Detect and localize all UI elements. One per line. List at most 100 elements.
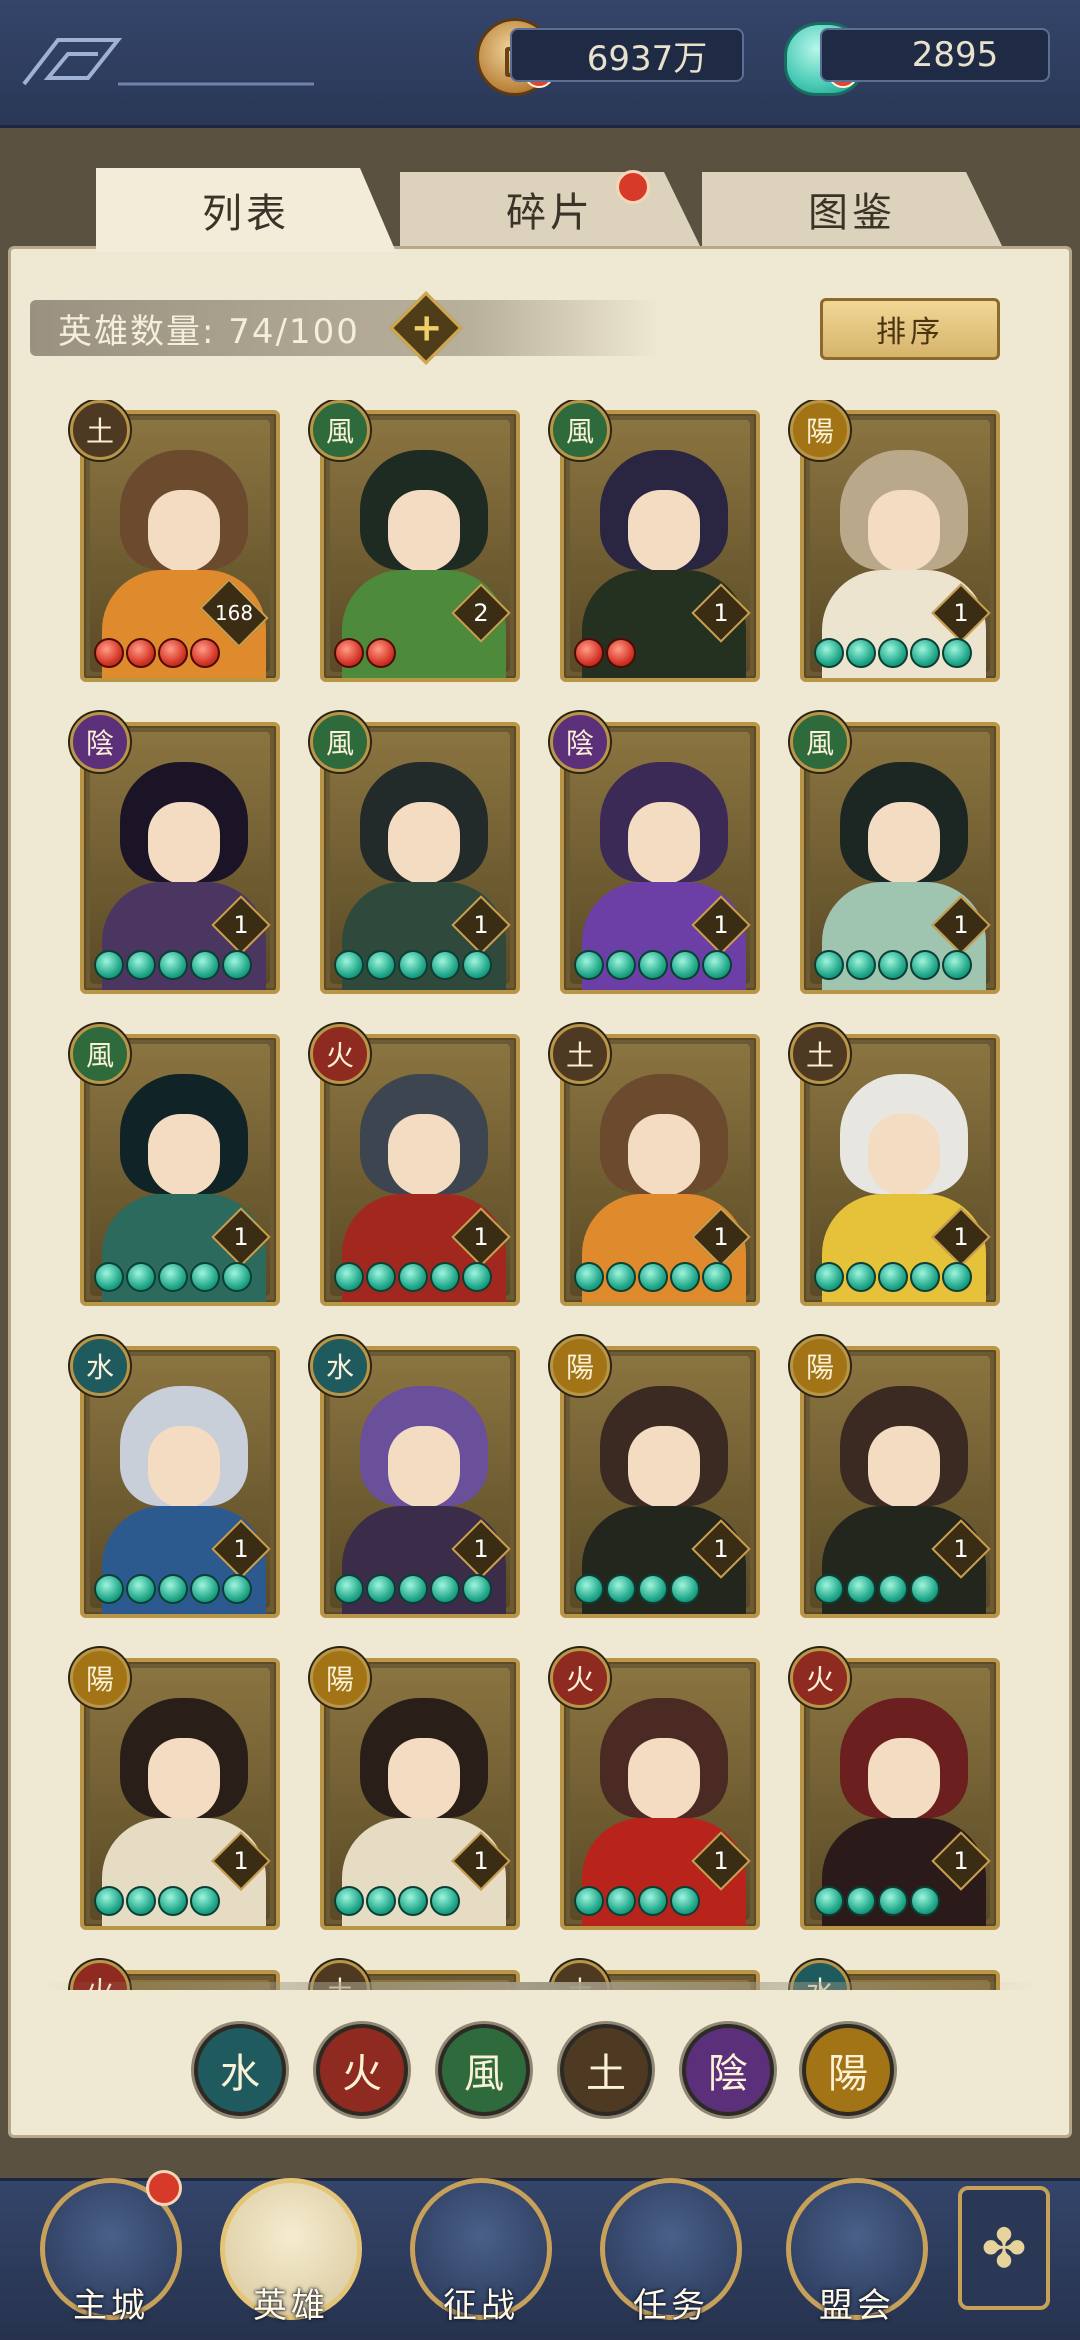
star-orb-icon [158,1886,188,1916]
star-orb-icon [910,1262,940,1292]
star-orb-icon [190,1886,220,1916]
star-orb-icon [846,638,876,668]
element-badge: 風 [790,712,850,772]
star-orb-icon [942,638,972,668]
hero-level: 1 [473,1535,489,1563]
hero-level: 1 [713,1223,729,1251]
coins-value: 6937万 [586,38,708,79]
star-orb-icon [222,1574,252,1604]
star-orb-icon [126,1886,156,1916]
star-orb-icon [430,1886,460,1916]
hero-star-row [814,1262,972,1296]
hero-star-row [94,638,220,672]
star-orb-icon [606,950,636,980]
fragments-notification-badge [616,170,650,204]
hero-face [388,802,460,884]
star-orb-icon [190,638,220,668]
element-badge: 風 [550,400,610,460]
star-orb-icon [878,950,908,980]
hero-level: 1 [953,599,969,627]
hero-face [388,1114,460,1196]
hero-star-row [334,1886,460,1920]
hero-grid: 168 土 2 風 1 風 1 陽 1 陰 1 風 1 陰 1 風 1 風 1 火 1 土 1 土 1 水 1 水 1 陽 1 陽 1 陽 1 陽 1 火… [0,400,1080,1990]
star-orb-icon [814,638,844,668]
star-orb-icon [814,1886,844,1916]
tab-codex[interactable]: 图鉴 [702,172,1002,246]
star-orb-icon [190,1574,220,1604]
star-orb-icon [366,1886,396,1916]
hero-star-row [94,1886,220,1920]
element-badge: 陽 [70,1648,130,1708]
hero-level: 1 [953,911,969,939]
star-orb-icon [94,1574,124,1604]
star-orb-icon [398,950,428,980]
filter-yang-button[interactable]: 陽 [802,2024,894,2116]
hero-face [628,490,700,572]
nav-alliance[interactable]: 盟会 [786,2178,936,2340]
star-orb-icon [814,1574,844,1604]
hero-level: 1 [473,911,489,939]
nav-label: 盟会 [819,2286,895,2326]
nav-label: 主城 [73,2286,149,2326]
filter-fire-button[interactable]: 火 [316,2024,408,2116]
menu-button[interactable]: ✤ [958,2186,1050,2310]
star-orb-icon [222,950,252,980]
element-badge: 水 [70,1336,130,1396]
hero-star-row [574,1886,700,1920]
hero-count: 英雄数量: 74/100 [58,312,360,352]
hero-star-row [814,1886,940,1920]
filter-earth-button[interactable]: 土 [560,2024,652,2116]
star-orb-icon [574,1574,604,1604]
star-orb-icon [606,638,636,668]
element-badge: 土 [70,400,130,460]
back-ornament-icon[interactable] [18,34,318,90]
hero-star-row [334,1262,492,1296]
star-orb-icon [126,638,156,668]
star-orb-icon [606,1886,636,1916]
nav-label: 任务 [633,2286,709,2326]
filter-water-button[interactable]: 水 [194,2024,286,2116]
coins-display: 6937万 [510,28,744,82]
star-orb-icon [94,1262,124,1292]
star-orb-icon [878,1262,908,1292]
star-orb-icon [126,1262,156,1292]
hero-star-row [94,1574,252,1608]
element-badge: 風 [310,400,370,460]
nav-hero-portrait[interactable]: 英雄 [220,2178,370,2340]
star-orb-icon [430,1574,460,1604]
nav-label: 征战 [443,2286,519,2326]
nav-label: 英雄 [253,2286,329,2326]
filter-wind-button[interactable]: 風 [438,2024,530,2116]
hero-star-row [574,1574,700,1608]
nav-battle[interactable]: 征战 [410,2178,560,2340]
hero-star-row [574,638,636,672]
star-orb-icon [670,950,700,980]
plus-icon: + [410,305,443,350]
city-notification-badge [146,2170,182,2206]
star-orb-icon [910,1886,940,1916]
element-badge: 陽 [790,1336,850,1396]
star-orb-icon [910,1574,940,1604]
tab-fragments[interactable]: 碎片 [400,172,700,246]
sort-button[interactable]: 排序 [820,298,1000,360]
hero-level: 1 [233,1847,249,1875]
star-orb-icon [462,950,492,980]
star-orb-icon [638,950,668,980]
hero-level: 1 [473,1847,489,1875]
nav-scroll[interactable]: 任务 [600,2178,750,2340]
star-orb-icon [366,638,396,668]
element-badge: 陰 [550,712,610,772]
grid-divider [40,1982,1040,1990]
hero-star-row [334,950,492,984]
star-orb-icon [846,1574,876,1604]
hero-level: 1 [953,1223,969,1251]
star-orb-icon [814,950,844,980]
hero-level: 1 [713,599,729,627]
star-orb-icon [702,950,732,980]
star-orb-icon [398,1262,428,1292]
tab-list[interactable]: 列表 [96,168,396,252]
hero-face [148,1738,220,1820]
star-orb-icon [334,950,364,980]
filter-yin-button[interactable]: 陰 [682,2024,774,2116]
star-orb-icon [366,1574,396,1604]
